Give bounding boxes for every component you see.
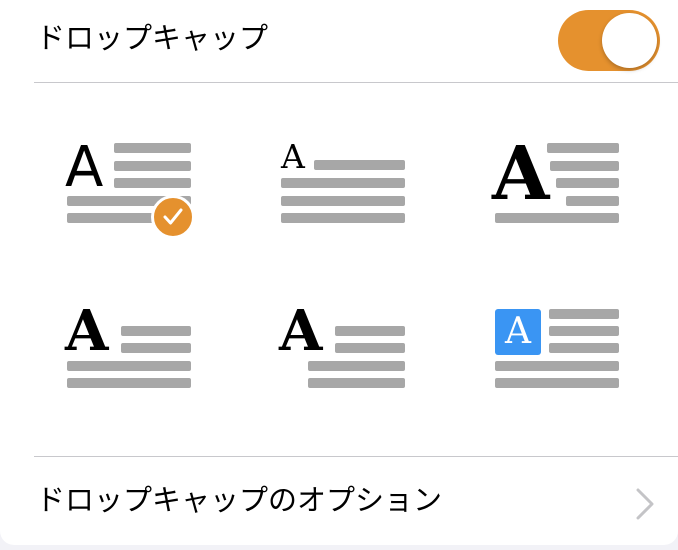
text-line (308, 378, 405, 388)
drop-cap-toggle-row: ドロップキャップ (0, 0, 678, 82)
boxed-drop-cap: A (495, 309, 541, 355)
text-line (550, 161, 619, 171)
text-line (335, 343, 405, 353)
toggle-knob (602, 13, 657, 68)
divider-top (34, 82, 678, 83)
drop-cap-options-label: ドロップキャップのオプション (36, 483, 443, 517)
drop-cap-style-4[interactable]: A (62, 300, 222, 410)
drop-cap-style-6[interactable]: A (490, 300, 650, 410)
text-line (549, 309, 619, 319)
text-line (281, 213, 405, 223)
text-line (314, 160, 405, 170)
text-line (281, 196, 405, 206)
text-line (556, 178, 619, 188)
drop-cap-style-5[interactable]: A (276, 300, 436, 410)
text-line (495, 361, 619, 371)
drop-cap-letter: A (281, 137, 305, 176)
drop-cap-letter: A (492, 131, 550, 217)
text-line (121, 343, 191, 353)
text-line (114, 143, 191, 153)
text-line (566, 196, 619, 206)
drop-cap-style-3[interactable]: A (490, 135, 650, 245)
text-line (67, 361, 191, 371)
drop-cap-toggle[interactable] (558, 10, 660, 71)
drop-cap-letter: A (65, 135, 104, 200)
text-line (114, 178, 191, 188)
text-line (547, 143, 619, 153)
drop-cap-style-2[interactable]: A (276, 135, 436, 245)
text-line (495, 213, 619, 223)
text-line (495, 378, 619, 388)
drop-cap-panel: ドロップキャップ A A A A A A ドロップキャップのオプション (0, 0, 678, 545)
text-line (67, 378, 191, 388)
text-line (549, 326, 619, 336)
drop-cap-label: ドロップキャップ (36, 21, 269, 55)
text-line (114, 161, 191, 171)
chevron-right-icon (636, 488, 654, 520)
drop-cap-letter: A (505, 311, 531, 352)
text-line (121, 326, 191, 336)
selected-checkmark-icon (151, 195, 195, 239)
drop-cap-options-row[interactable]: ドロップキャップのオプション (0, 457, 678, 545)
text-line (549, 343, 619, 353)
drop-cap-letter: A (65, 298, 109, 364)
drop-cap-style-1[interactable]: A (62, 135, 222, 245)
drop-cap-letter: A (279, 298, 323, 364)
text-line (308, 361, 405, 371)
text-line (281, 178, 405, 188)
text-line (335, 326, 405, 336)
